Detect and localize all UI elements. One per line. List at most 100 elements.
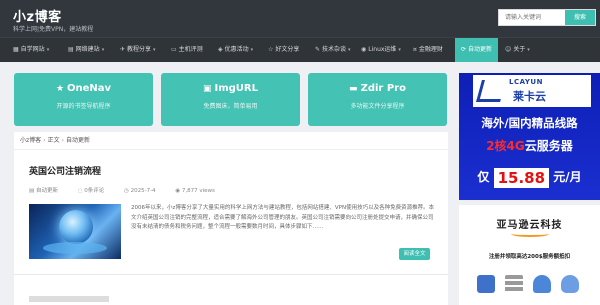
- cloud-icon: [533, 275, 551, 293]
- chevron-down-icon: ▾: [101, 47, 105, 53]
- article-card: 英国公司注销流程 ▤ 自动更新 ◌ 0条评论 ◷ 2025-7-4 ◉ 7,87…: [14, 150, 448, 275]
- ad-brand-box: LCAYUN 莱卡云: [473, 75, 591, 107]
- nav-item-linux-ops[interactable]: ◉ Linux运维 ▾: [361, 38, 401, 62]
- article-category-text: 自动更新: [35, 188, 58, 194]
- nav-label: 优惠活动: [224, 46, 249, 53]
- folder-icon: ▬: [349, 84, 358, 94]
- nav-item-tech-talk[interactable]: ✎ 技术杂谈 ▾: [315, 38, 351, 62]
- article-views: ◉ 7,877 views: [175, 188, 215, 194]
- nav-item-about[interactable]: ☺ 关于 ▾: [505, 38, 530, 62]
- ad2-icon-row: [475, 275, 595, 305]
- nav-label: Linux运维: [368, 46, 397, 53]
- tag-icon: ◈: [218, 46, 223, 53]
- star-icon: ☆: [268, 46, 274, 53]
- nav-item-tutorials[interactable]: ✈ 教程分享 ▾: [120, 38, 156, 62]
- nav-label: 技术杂谈: [322, 46, 347, 53]
- article-meta: ▤ 自动更新 ◌ 0条评论 ◷ 2025-7-4 ◉ 7,877 views: [29, 186, 233, 194]
- image-icon: ▣: [202, 84, 212, 94]
- ad2-desc: 注册并领取高达200$服务额抵扣: [488, 254, 571, 260]
- ad-price-prefix: 仅: [477, 170, 490, 184]
- chevron-down-icon: ▾: [398, 47, 401, 53]
- nav-label: 金融理财: [418, 46, 443, 53]
- card-onenav[interactable]: ★ OneNav 开源的书签导航程序: [14, 73, 153, 126]
- search-box: 搜索: [498, 9, 596, 26]
- thumbnail-base: [43, 242, 107, 254]
- card-desc: 多功能文件分享程序: [350, 103, 405, 110]
- chevron-down-icon: ▾: [153, 47, 156, 53]
- card-title: ▣ ImgURL: [161, 83, 300, 94]
- site-subtitle: 科学上网|免费VPN，建站教程: [13, 26, 94, 33]
- aws-ad[interactable]: 亚马逊云科技 注册并领取高达200$服务额抵扣: [459, 205, 600, 305]
- coin-icon: ¤: [413, 46, 417, 53]
- nav-item-web-building[interactable]: ▤ 网络建站 ▾: [68, 38, 104, 62]
- server-icon: [505, 275, 523, 293]
- nav-label: 好文分享: [275, 46, 300, 53]
- card-title: ▬ Zdir Pro: [308, 83, 447, 94]
- ad-price-suffix: 元/月: [553, 170, 582, 184]
- card-title: ★ OneNav: [14, 83, 153, 94]
- chevron-down-icon: ▾: [46, 47, 50, 53]
- lcayun-logo-icon: [476, 80, 506, 102]
- grid-icon: ▦: [13, 46, 19, 53]
- nav-label: 主机评测: [178, 46, 203, 53]
- search-input[interactable]: [499, 10, 565, 25]
- article-title[interactable]: 英国公司注销流程: [29, 164, 101, 177]
- nav-item-host-reviews[interactable]: ▭ 主机评测: [171, 38, 203, 62]
- nav-label: 关于: [513, 46, 526, 53]
- ad-spec-highlight: 2核4G: [486, 139, 525, 153]
- breadcrumb-home[interactable]: 小z博客: [20, 137, 41, 144]
- chip-icon: [477, 275, 495, 293]
- main-nav: ▦ 自学网站 ▾ ▤ 网络建站 ▾ ✈ 教程分享 ▾ ▭ 主机评测 ◈ 优惠活动 ▾ ☆ 好文分享 …: [0, 37, 600, 62]
- nav-label: 网络建站: [75, 46, 100, 53]
- pencil-icon: ✎: [315, 46, 321, 53]
- search-button[interactable]: 搜索: [565, 10, 595, 25]
- card-imgurl[interactable]: ▣ ImgURL 免费图床，简单易用: [161, 73, 300, 126]
- globe-image: [59, 210, 93, 244]
- nav-label: 教程分享: [127, 46, 152, 53]
- article-category[interactable]: ▤ 自动更新: [29, 188, 67, 194]
- linux-icon: ◉: [361, 46, 367, 53]
- ad-spec-text: 云服务器: [524, 139, 573, 153]
- server-icon: ▤: [68, 46, 74, 53]
- ad-brand-cn: 莱卡云: [513, 90, 546, 103]
- article-title-placeholder: [29, 296, 109, 302]
- nav-item-promotions[interactable]: ◈ 优惠活动 ▾: [218, 38, 253, 62]
- breadcrumb: 小z博客 › 正文 › 自动更新: [14, 132, 448, 150]
- read-more-button[interactable]: 阅读全文: [399, 248, 430, 260]
- nav-item-good-articles[interactable]: ☆ 好文分享: [268, 38, 299, 62]
- article-excerpt: 2006年以来，小z博客分享了大量实用的科学上网方法与建站教程，包括网站搭建、V…: [131, 205, 435, 230]
- breadcrumb-section: 正文: [47, 137, 60, 144]
- card-title-text: Zdir Pro: [360, 83, 406, 94]
- site-header: 小z博客 科学上网|免费VPN，建站教程 搜索: [0, 0, 600, 37]
- nav-label: 自动更新: [468, 46, 493, 53]
- ad-line-spec: 2核4G云服务器: [459, 137, 600, 154]
- ad2-title: 亚马逊云科技: [496, 220, 563, 231]
- user-icon: ☺: [505, 46, 512, 53]
- database-icon: [561, 275, 579, 293]
- card-desc: 开源的书签导航程序: [56, 103, 111, 110]
- card-title-text: ImgURL: [214, 83, 259, 94]
- site-title[interactable]: 小z博客: [13, 6, 62, 25]
- breadcrumb-current[interactable]: 自动更新: [66, 137, 90, 144]
- nav-label: 自学网站: [20, 46, 45, 53]
- lcayun-ad[interactable]: LCAYUN 莱卡云 海外/国内精品线路 2核4G云服务器 仅 15.88 元/…: [459, 73, 600, 200]
- ad-brand-en: LCAYUN: [509, 78, 543, 86]
- card-title-text: OneNav: [67, 83, 112, 94]
- breadcrumb-separator: ›: [61, 137, 64, 144]
- ad-price: 15.88: [493, 167, 550, 188]
- article-date-text: 2025-7-4: [130, 188, 156, 194]
- plane-icon: ✈: [120, 46, 126, 53]
- chevron-down-icon: ▾: [348, 47, 351, 53]
- nav-item-finance[interactable]: ¤ 金融理财: [413, 38, 443, 62]
- article-comments[interactable]: ◌ 0条评论: [78, 188, 114, 194]
- monitor-icon: ▭: [171, 46, 177, 53]
- card-desc: 免费图床，简单易用: [203, 103, 258, 110]
- card-zdir-pro[interactable]: ▬ Zdir Pro 多功能文件分享程序: [308, 73, 447, 126]
- amazon-smile-icon: [511, 231, 549, 237]
- article-card-next: [14, 278, 448, 305]
- nav-item-auto-update[interactable]: ⟳ 自动更新: [455, 38, 499, 62]
- article-comments-text: 0条评论: [84, 188, 105, 194]
- nav-item-self-learning[interactable]: ▦ 自学网站 ▾: [13, 38, 49, 62]
- chevron-down-icon: ▾: [527, 47, 530, 53]
- article-thumbnail[interactable]: [29, 204, 121, 259]
